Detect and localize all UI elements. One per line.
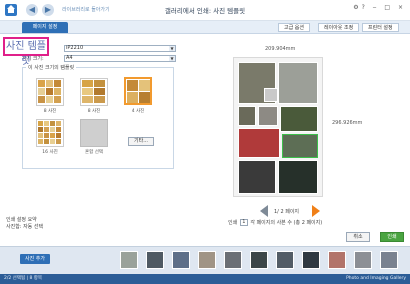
template-label: 8 사진 <box>43 109 57 114</box>
page-indicator: 1/ 2 페이지 <box>274 209 300 215</box>
window-title: 갤러리에서 인쇄: 사진 템플릿 <box>164 7 246 15</box>
copies-input[interactable]: 1 <box>239 219 248 226</box>
template-16-photo[interactable] <box>36 119 64 147</box>
filmstrip-thumbnail[interactable] <box>328 251 346 269</box>
summary-title: 인쇄 설정 요약 <box>6 217 37 223</box>
preview-photo <box>280 106 318 132</box>
more-templates-button[interactable]: 기타... <box>128 137 154 146</box>
copies-prefix: 인쇄 <box>228 220 238 226</box>
print-button[interactable]: 인쇄 <box>380 232 404 242</box>
add-photo-button[interactable]: 사진 추가 <box>20 254 50 264</box>
template-label: 16 사진 <box>42 150 58 155</box>
page-navigator: 1/ 2 페이지 <box>260 205 320 217</box>
template-group-title: 이 사진 크기의 템플릿 <box>26 64 77 71</box>
photo-template-highlight: 사진 템플릿 <box>3 37 49 67</box>
printer-select[interactable]: iP2210 ▼ <box>64 45 176 52</box>
summary-detail: 사진합: 자동 선택 <box>6 224 44 230</box>
preview-photo <box>278 62 318 104</box>
copies-row: 인쇄 1 각 페이지의 사본 수 (총 2 페이지) <box>228 219 322 226</box>
template-grid-icon <box>38 121 61 144</box>
previous-page-icon[interactable] <box>260 205 268 217</box>
tab-page-setup[interactable]: 페이지 설정 <box>22 22 68 33</box>
preview-photo <box>258 106 278 126</box>
page-height-label: 296.926mm <box>332 120 363 126</box>
preview-photo <box>238 128 280 158</box>
preview-photo <box>264 88 278 102</box>
filmstrip-thumbnail[interactable] <box>198 251 216 269</box>
window-controls[interactable]: ⚙? ‒ □ × <box>353 4 406 11</box>
template-grid-icon <box>82 80 105 103</box>
filmstrip-thumbnail[interactable] <box>276 251 294 269</box>
preview-photo <box>282 134 318 158</box>
tab-printer[interactable]: 프린터 설정 <box>362 23 399 32</box>
filmstrip-thumbnail[interactable] <box>224 251 242 269</box>
template-grid-icon <box>127 80 150 103</box>
page-width-label: 209.904mm <box>265 46 296 52</box>
tab-bar: 페이지 설정 고급 옵션 레이아웃 조정 프린터 설정 <box>0 21 410 34</box>
filmstrip-thumbnail[interactable] <box>250 251 268 269</box>
tab-advanced[interactable]: 고급 옵션 <box>278 23 310 32</box>
filmstrip-thumbnail[interactable] <box>380 251 398 269</box>
template-label: 혼합 선택 <box>85 150 103 155</box>
preview-photo <box>238 160 276 194</box>
chevron-down-icon: ▼ <box>169 56 175 61</box>
template-label: 4 사진 <box>131 109 145 114</box>
preview-photo <box>238 106 256 126</box>
template-8-photo-b[interactable] <box>80 78 108 106</box>
paper-size-value: A4 <box>66 55 73 61</box>
copies-suffix: 각 페이지의 사본 수 (총 2 페이지) <box>250 220 323 226</box>
template-grid-icon <box>38 80 61 103</box>
tab-layout[interactable]: 레이아웃 조정 <box>318 23 360 32</box>
filmstrip-thumbnail[interactable] <box>302 251 320 269</box>
status-right: Photo and Imaging Gallery <box>346 276 406 281</box>
cancel-button[interactable]: 취소 <box>346 232 370 242</box>
title-bar: ◀ ▶ 라이브러리로 돌아가기 갤러리에서 인쇄: 사진 템플릿 ⚙? ‒ □ … <box>0 0 410 21</box>
chevron-down-icon: ▼ <box>169 46 175 51</box>
filmstrip-thumbnail[interactable] <box>354 251 372 269</box>
printer-value: iP2210 <box>66 45 84 51</box>
next-page-icon[interactable] <box>312 205 320 217</box>
print-summary: 인쇄 설정 요약 사진합: 자동 선택 <box>6 217 43 231</box>
status-left: 2/2 선택됨 | 8 항목 <box>4 276 43 281</box>
status-bar: 2/2 선택됨 | 8 항목 Photo and Imaging Gallery <box>0 274 410 284</box>
filmstrip-thumbnail[interactable] <box>172 251 190 269</box>
filmstrip-thumbnail[interactable] <box>120 251 138 269</box>
template-label: 8 사진 <box>87 109 101 114</box>
print-preview <box>233 57 323 197</box>
template-mixed[interactable] <box>80 119 108 147</box>
template-4-photo-selected[interactable] <box>124 77 152 105</box>
filmstrip-thumbnail[interactable] <box>146 251 164 269</box>
paper-size-select[interactable]: A4 ▼ <box>64 55 176 62</box>
preview-photo <box>278 160 318 194</box>
template-8-photo-a[interactable] <box>36 78 64 106</box>
